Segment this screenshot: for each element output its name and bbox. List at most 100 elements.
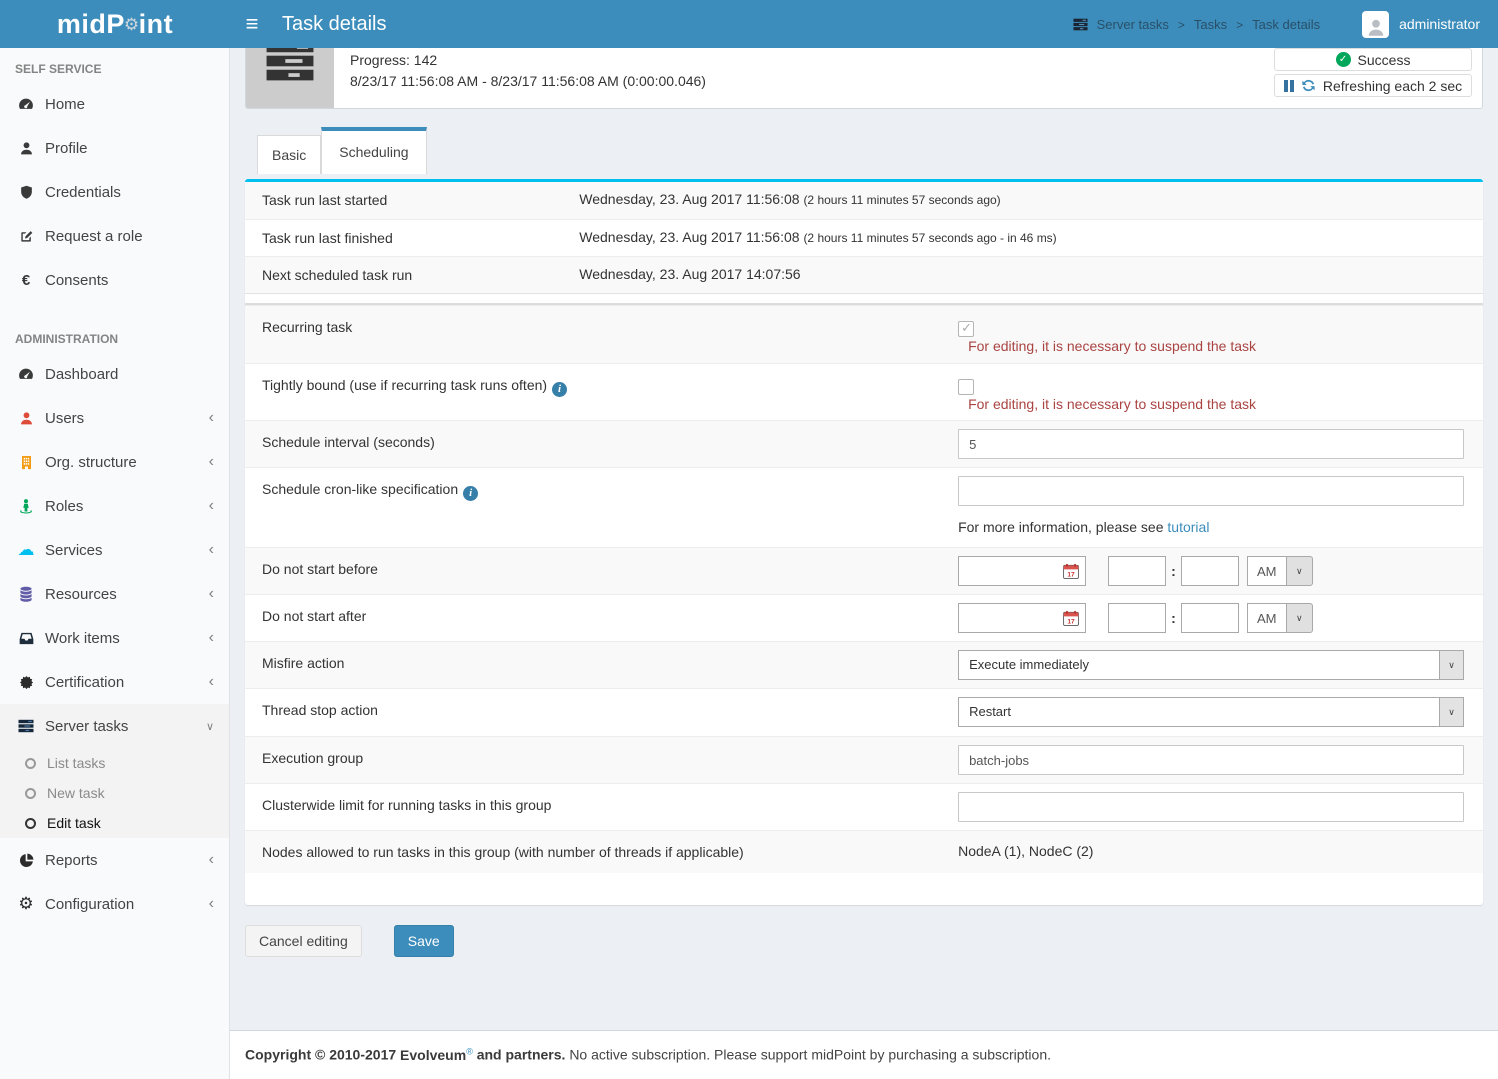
row-label: Clusterwide limit for running tasks in t… xyxy=(245,784,958,830)
cluster-limit-input[interactable] xyxy=(958,792,1464,822)
tasks-icon xyxy=(1073,17,1088,32)
circle-icon xyxy=(25,788,36,799)
shield-icon xyxy=(15,185,37,200)
chevron-left-icon xyxy=(209,542,214,558)
row-label: Schedule interval (seconds) xyxy=(245,421,958,467)
user-menu[interactable]: administrator xyxy=(1362,11,1480,38)
server-tasks-treeview: Server tasks List tasks New task Edit ta… xyxy=(0,704,229,838)
ampm-after-select[interactable]: AM xyxy=(1247,603,1313,633)
tab-bar: Basic Scheduling xyxy=(245,124,1483,174)
calendar-icon[interactable] xyxy=(1062,610,1080,627)
breadcrumb-tasks[interactable]: Tasks xyxy=(1194,17,1227,32)
street-view-icon xyxy=(15,498,37,514)
chevron-left-icon xyxy=(209,896,214,912)
building-icon xyxy=(15,455,37,470)
nodes-allowed-row: Nodes allowed to run tasks in this group… xyxy=(245,830,1483,873)
sidebar-item-configuration[interactable]: Configuration xyxy=(0,882,229,926)
certificate-icon xyxy=(15,675,37,690)
sidebar-item-users[interactable]: Users xyxy=(0,396,229,440)
sidebar-item-org-structure[interactable]: Org. structure xyxy=(0,440,229,484)
sidebar-item-credentials[interactable]: Credentials xyxy=(0,170,229,214)
sidebar-item-certification[interactable]: Certification xyxy=(0,660,229,704)
cron-specification-input[interactable] xyxy=(958,476,1464,506)
breadcrumb-separator xyxy=(1236,17,1243,32)
minutes-after-input[interactable] xyxy=(1181,603,1239,633)
row-label: Tightly bound (use if recurring task run… xyxy=(245,364,958,420)
cron-help-text: For more information, please see tutoria… xyxy=(958,519,1464,535)
date-after-input[interactable] xyxy=(958,603,1086,633)
table-divider xyxy=(245,293,1483,305)
sidebar-item-dashboard[interactable]: Dashboard xyxy=(0,352,229,396)
sidebar-item-services[interactable]: Services xyxy=(0,528,229,572)
cloud-icon xyxy=(15,540,37,560)
sidebar-item-resources[interactable]: Resources xyxy=(0,572,229,616)
gear-icon xyxy=(15,894,37,914)
row-value: Wednesday, 23. Aug 2017 14:07:56 xyxy=(579,257,1483,293)
hours-before-input[interactable] xyxy=(1108,556,1166,586)
sidebar-item-profile[interactable]: Profile xyxy=(0,126,229,170)
sidebar-toggle-icon[interactable] xyxy=(230,0,274,48)
sidebar-item-work-items[interactable]: Work items xyxy=(0,616,229,660)
hours-after-input[interactable] xyxy=(1108,603,1166,633)
cron-specification-row: Schedule cron-like specification For mor… xyxy=(245,467,1483,547)
misfire-action-select[interactable]: Execute immediately xyxy=(958,650,1464,680)
user-icon xyxy=(15,141,37,156)
tasks-icon xyxy=(15,718,37,734)
sidebar-item-home[interactable]: Home xyxy=(0,82,229,126)
sidebar-subitem-list-tasks[interactable]: List tasks xyxy=(0,748,229,778)
chevron-down-icon[interactable] xyxy=(1287,603,1313,633)
execution-group-row: Execution group xyxy=(245,736,1483,783)
evolveum-link[interactable]: Evolveum® xyxy=(400,1047,473,1063)
breadcrumb: Server tasks Tasks Task details xyxy=(1073,17,1320,32)
ampm-before-select[interactable]: AM xyxy=(1247,556,1313,586)
table-row: Next scheduled task run Wednesday, 23. A… xyxy=(245,256,1483,293)
breadcrumb-server-tasks[interactable]: Server tasks xyxy=(1097,17,1169,32)
dashboard-icon xyxy=(15,366,37,382)
user-avatar-icon xyxy=(1366,18,1386,38)
refresh-toggle-badge[interactable]: Refreshing each 2 sec xyxy=(1274,74,1472,97)
chevron-left-icon xyxy=(209,674,214,690)
tightly-bound-row: Tightly bound (use if recurring task run… xyxy=(245,363,1483,420)
date-before-input[interactable] xyxy=(958,556,1086,586)
row-label: Recurring task xyxy=(245,306,958,363)
sidebar-item-roles[interactable]: Roles xyxy=(0,484,229,528)
thread-stop-action-select[interactable]: Restart xyxy=(958,697,1464,727)
sidebar-item-request-a-role[interactable]: Request a role xyxy=(0,214,229,258)
misfire-action-row: Misfire action Execute immediately xyxy=(245,641,1483,688)
chevron-down-icon[interactable] xyxy=(1287,556,1313,586)
row-label: Do not start before xyxy=(245,548,958,594)
info-icon[interactable] xyxy=(463,486,478,501)
sidebar-subitem-edit-task[interactable]: Edit task xyxy=(0,808,229,838)
sidebar-subitem-new-task[interactable]: New task xyxy=(0,778,229,808)
circle-icon xyxy=(25,818,36,829)
tab-scheduling[interactable]: Scheduling xyxy=(321,127,426,174)
content-area: test1 Progress: 142 8/23/17 11:56:08 AM … xyxy=(230,0,1498,957)
info-icon[interactable] xyxy=(552,382,567,397)
tutorial-link[interactable]: tutorial xyxy=(1167,519,1209,535)
chevron-down-icon xyxy=(206,718,214,734)
execution-group-input[interactable] xyxy=(958,745,1464,775)
recurring-task-checkbox[interactable] xyxy=(958,321,974,337)
form-actions: Cancel editing Save xyxy=(245,925,1483,957)
tab-basic[interactable]: Basic xyxy=(257,135,321,174)
thread-stop-action-row: Thread stop action Restart xyxy=(245,688,1483,736)
midpoint-logo[interactable]: midPint xyxy=(0,0,230,48)
chevron-left-icon xyxy=(209,630,214,646)
subscription-text: No active subscription. Please support m… xyxy=(569,1047,1051,1063)
tightly-bound-checkbox[interactable] xyxy=(958,379,974,395)
sidebar-item-server-tasks[interactable]: Server tasks xyxy=(0,704,229,748)
chevron-down-icon xyxy=(1439,651,1463,679)
page-title: Task details xyxy=(282,13,387,36)
pie-chart-icon xyxy=(15,853,37,868)
minutes-before-input[interactable] xyxy=(1181,556,1239,586)
sidebar-item-reports[interactable]: Reports xyxy=(0,838,229,882)
save-button[interactable]: Save xyxy=(394,925,454,957)
row-label: Misfire action xyxy=(245,642,958,688)
avatar xyxy=(1362,11,1389,38)
cancel-editing-button[interactable]: Cancel editing xyxy=(245,925,362,957)
sidebar-item-consents[interactable]: Consents xyxy=(0,258,229,302)
footer: Copyright © 2010-2017 Evolveum® and part… xyxy=(230,1030,1498,1079)
schedule-interval-input[interactable] xyxy=(958,429,1464,459)
chevron-left-icon xyxy=(209,586,214,602)
calendar-icon[interactable] xyxy=(1062,563,1080,580)
